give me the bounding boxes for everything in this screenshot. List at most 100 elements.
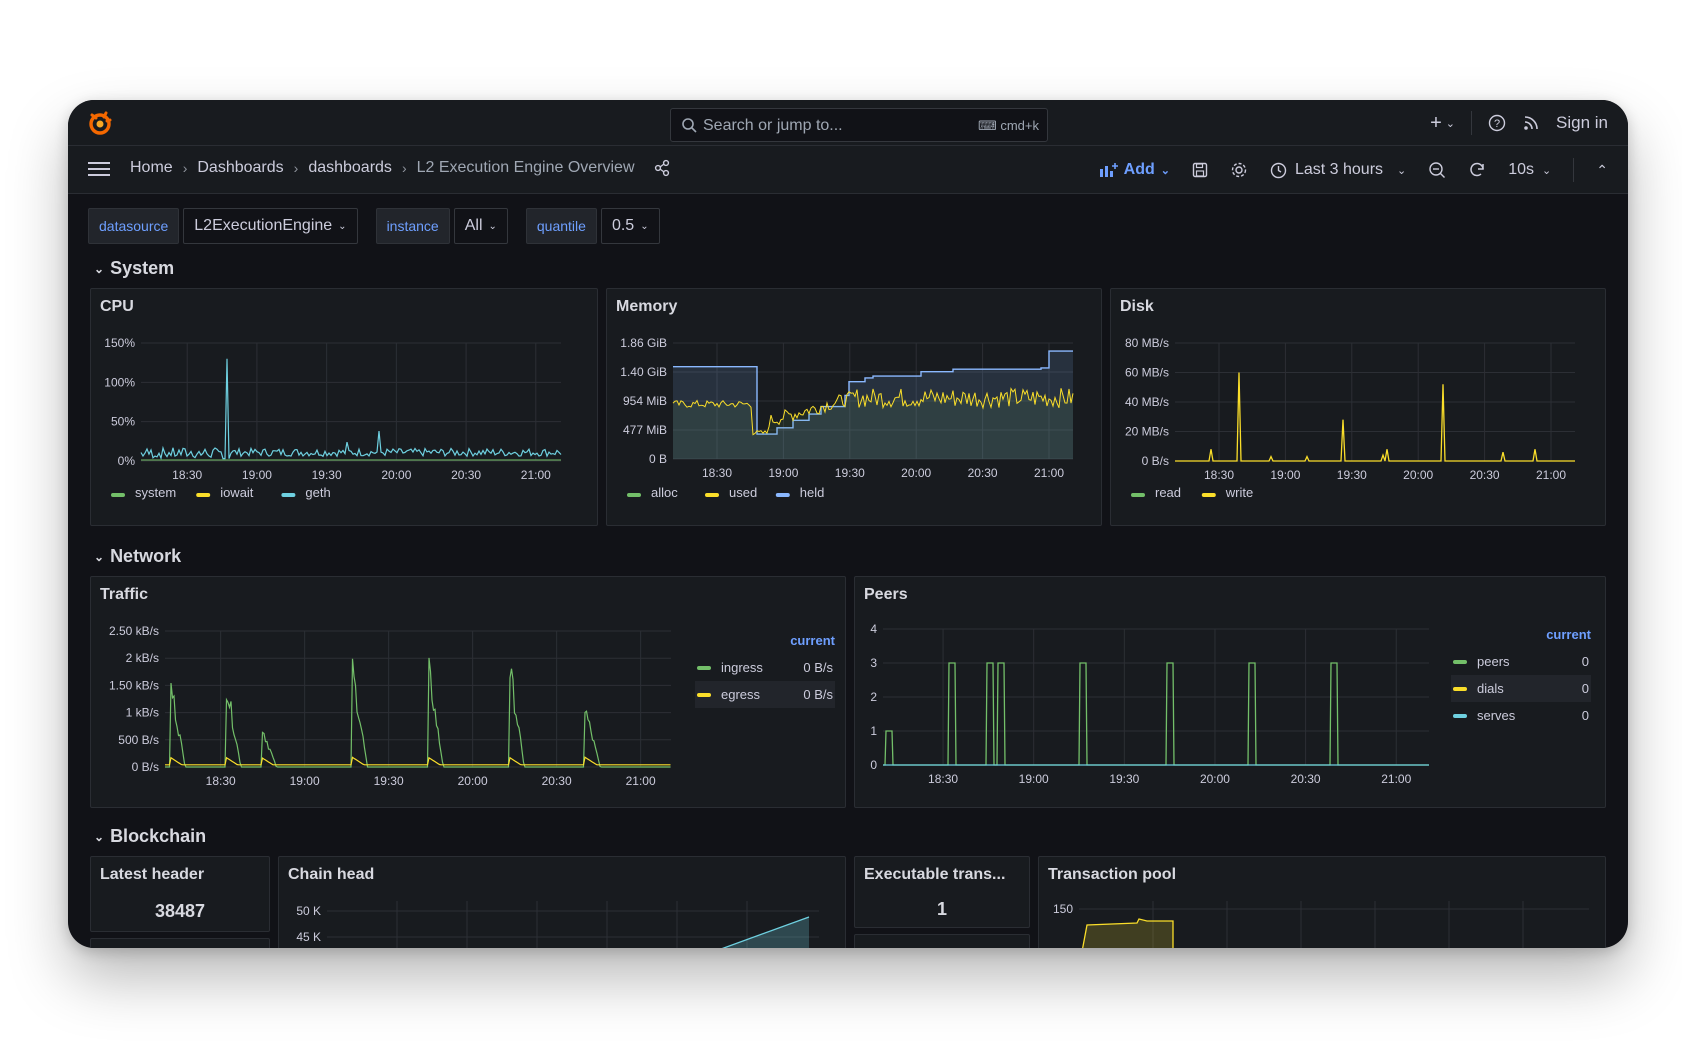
stat-value: 1 (936, 899, 947, 919)
chevron-down-icon: ⌄ (1397, 164, 1407, 177)
x-tick-label: 21:00 (521, 468, 551, 482)
breadcrumb-home[interactable]: Home (130, 159, 173, 177)
y-tick-label: 20 MB/s (1125, 425, 1169, 439)
select-value: All (464, 217, 483, 234)
new-menu-button[interactable]: + ⌄ (1430, 112, 1455, 135)
x-tick-label: 21:00 (1034, 466, 1064, 480)
legend-name: egress (721, 687, 761, 702)
panel-cpu[interactable]: CPU 0% 50% 100% 150% 18:30 19:00 19:30 20:00 20:… (90, 288, 598, 526)
collapse-chevron-up-icon[interactable]: ⌃ (1596, 162, 1608, 179)
y-tick-label: 40 MB/s (1125, 395, 1169, 409)
row-title: Network (110, 546, 182, 566)
legend-item-serves[interactable]: serves 0 (1451, 702, 1591, 729)
breadcrumb-folder[interactable]: dashboards (308, 159, 392, 177)
legend-item-egress[interactable]: egress 0 B/s (695, 681, 835, 708)
y-tick-label: 45 K (296, 930, 321, 944)
x-tick-label: 18:30 (206, 774, 236, 788)
series-line-peers (883, 662, 1429, 766)
quantile-select[interactable]: 0.5 ⌄ (600, 208, 660, 244)
x-tick-label: 20:30 (1291, 772, 1321, 786)
legend-swatch (111, 493, 125, 497)
legend-header: current (1546, 627, 1591, 642)
x-tick-label: 19:00 (242, 468, 272, 482)
variable-label: quantile (525, 208, 597, 244)
y-tick-label: 60 MB/s (1125, 366, 1169, 380)
x-tick-label: 21:00 (1536, 468, 1566, 482)
y-tick-label: 954 MiB (623, 394, 667, 408)
search-box[interactable]: Search or jump to... ⌨ cmd+k (670, 108, 1048, 142)
legend-label: geth (305, 485, 330, 500)
y-tick-label: 0 (870, 758, 877, 772)
instance-select[interactable]: All ⌄ (453, 208, 508, 244)
panel-executable-transactions[interactable]: Executable trans... 1 (854, 856, 1030, 928)
chevron-down-icon: ⌄ (1445, 117, 1456, 130)
x-tick-label: 19:30 (374, 774, 404, 788)
legend-value: 0 B/s (803, 660, 833, 675)
legend-value: 0 (1581, 708, 1589, 723)
row-blockchain[interactable]: ⌄ Blockchain (94, 826, 206, 847)
breadcrumb-dashboards[interactable]: Dashboards (197, 159, 283, 177)
legend-swatch (627, 493, 641, 497)
peers-chart: 0 1 2 3 4 18:30 19:00 19:30 20:00 20:30 21:00 (870, 622, 1429, 786)
legend-label: read (1155, 485, 1181, 500)
variable-instance: instance All ⌄ (375, 208, 508, 244)
x-tick-label: 18:30 (172, 468, 202, 482)
news-feed-icon[interactable] (1522, 114, 1540, 132)
x-tick-label: 20:30 (1470, 468, 1500, 482)
x-tick-label: 21:00 (1381, 772, 1411, 786)
datasource-select[interactable]: L2ExecutionEngine ⌄ (183, 208, 358, 244)
row-network[interactable]: ⌄ Network (94, 546, 181, 567)
help-icon[interactable]: ? (1488, 114, 1506, 132)
row-system[interactable]: ⌄ System (94, 258, 174, 279)
legend-swatch (1131, 493, 1145, 497)
x-tick-label: 19:00 (768, 466, 798, 480)
chevron-down-icon: ⌄ (1160, 164, 1170, 177)
panel-peers[interactable]: Peers 0 1 2 3 4 18:30 19:00 19:30 20:00 20:30 21:0… (854, 576, 1606, 808)
top-bar: Search or jump to... ⌨ cmd+k + ⌄ ? Sign … (68, 100, 1628, 146)
clock-icon (1270, 162, 1287, 178)
search-icon (682, 118, 697, 133)
legend-label: held (800, 485, 825, 500)
y-tick-label: 50% (111, 415, 135, 429)
share-icon[interactable] (653, 159, 671, 177)
refresh-interval-picker[interactable]: 10s ⌄ (1508, 161, 1551, 179)
sign-in-link[interactable]: Sign in (1556, 113, 1608, 133)
panel-latest-header[interactable]: Latest header 38487 (90, 856, 270, 932)
legend-label: write (1225, 485, 1253, 500)
panel-memory[interactable]: Memory 0 B 477 MiB 954 MiB 1.40 GiB 1.86 GiB… (606, 288, 1102, 526)
x-tick-label: 20:00 (901, 466, 931, 480)
y-tick-label: 150% (104, 336, 135, 350)
legend-item-dials[interactable]: dials 0 (1451, 675, 1591, 702)
panel-transaction-pool[interactable]: Transaction pool 150 (1038, 856, 1606, 948)
panel-stat-below[interactable] (90, 938, 270, 948)
refresh-icon[interactable] (1468, 161, 1486, 179)
legend-item-peers[interactable]: peers 0 (1451, 648, 1591, 675)
add-button[interactable]: Add ⌄ (1099, 161, 1170, 179)
time-range-picker[interactable]: Last 3 hours ⌄ (1270, 161, 1406, 179)
legend-header: current (790, 633, 835, 648)
panel-traffic[interactable]: Traffic 0 B/s 500 B/s 1 kB/s 1.50 kB/s 2 kB/… (90, 576, 846, 808)
y-tick-label: 1 kB/s (126, 706, 159, 720)
stat-value: 38487 (154, 901, 206, 921)
nav-bar: Home › Dashboards › dashboards › L2 Exec… (68, 146, 1628, 194)
y-tick-label: 150 (1053, 902, 1073, 916)
zoom-out-icon[interactable] (1428, 161, 1446, 179)
panel-disk[interactable]: Disk 0 B/s 20 MB/s 40 MB/s 60 MB/s 80 MB/s 18… (1110, 288, 1606, 526)
legend-label: used (729, 485, 757, 500)
legend-name: peers (1477, 654, 1510, 669)
legend-swatch (775, 493, 790, 497)
save-icon[interactable] (1192, 162, 1208, 178)
settings-gear-icon[interactable] (1230, 161, 1248, 179)
panel-chain-head[interactable]: Chain head 50 K 45 K (278, 856, 846, 948)
grafana-logo-icon[interactable] (86, 109, 114, 137)
x-tick-label: 19:00 (1019, 772, 1049, 786)
x-tick-label: 20:00 (458, 774, 488, 788)
x-tick-label: 20:30 (451, 468, 481, 482)
select-value: 0.5 (611, 217, 635, 234)
series-line-geth (140, 358, 562, 461)
legend-item-ingress[interactable]: ingress 0 B/s (695, 654, 835, 681)
chevron-down-icon: ⌄ (640, 220, 649, 232)
menu-icon[interactable] (88, 160, 110, 178)
panel-stat-below[interactable] (854, 934, 1030, 948)
legend-value: 0 (1581, 681, 1589, 696)
